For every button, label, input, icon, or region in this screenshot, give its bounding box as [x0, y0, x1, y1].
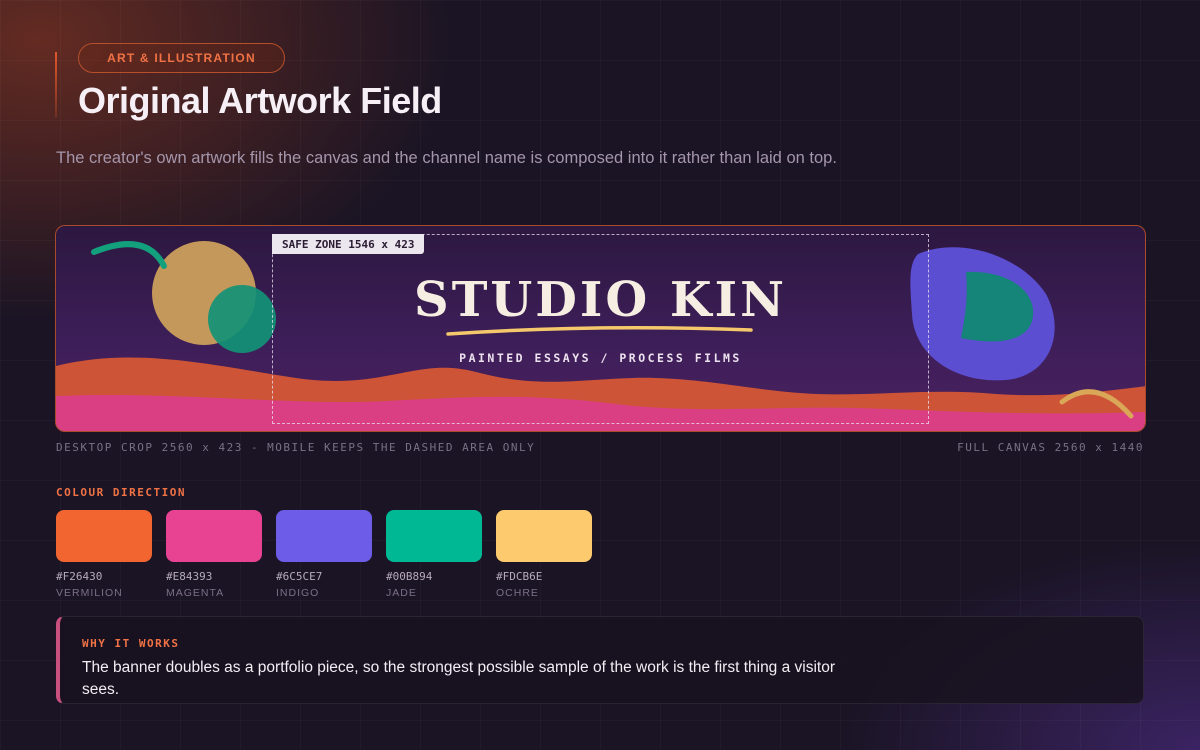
callout-label: WHY IT WORKS — [82, 637, 180, 650]
swatch-name: MAGENTA — [166, 587, 225, 599]
swatch-chip — [496, 510, 592, 562]
swatch-hex: #6C5CE7 — [276, 570, 323, 583]
swatch-hex: #F26430 — [56, 570, 103, 583]
swatch-chip — [166, 510, 262, 562]
swatch-magenta: #E84393 MAGENTA — [166, 510, 262, 599]
desktop-crop-caption: DESKTOP CROP 2560 x 423 - MOBILE KEEPS T… — [56, 441, 536, 454]
category-tag: ART & ILLUSTRATION — [78, 43, 285, 73]
callout-body: The banner doubles as a portfolio piece,… — [82, 659, 836, 698]
swatch-vermilion: #F26430 VERMILION — [56, 510, 152, 599]
jade-circle-shape — [208, 285, 276, 353]
channel-name: STUDIO KIN — [414, 272, 787, 328]
safe-zone-outline — [272, 234, 929, 424]
swatch-name: OCHRE — [496, 587, 539, 599]
swatch-chip — [276, 510, 372, 562]
banner-preview: SAFE ZONE 1546 x 423 STUDIO KIN PAINTED … — [55, 225, 1146, 432]
page-title: Original Artwork Field — [78, 80, 442, 121]
why-it-works-callout: WHY IT WORKS The banner doubles as a por… — [56, 616, 1144, 704]
swatch-name: VERMILION — [56, 587, 123, 599]
swatch-indigo: #6C5CE7 INDIGO — [276, 510, 372, 599]
palette-label: COLOUR DIRECTION — [56, 486, 186, 499]
swatch-name: INDIGO — [276, 587, 320, 599]
swatch-name: JADE — [386, 587, 417, 599]
swatch-jade: #00B894 JADE — [386, 510, 482, 599]
page-subtitle: The creator's own artwork fills the canv… — [56, 149, 837, 167]
swatch-hex: #FDCB6E — [496, 570, 543, 583]
swatch-hex: #00B894 — [386, 570, 433, 583]
swatch-hex: #E84393 — [166, 570, 213, 583]
swatch-chip — [386, 510, 482, 562]
safe-zone-label: SAFE ZONE 1546 x 423 — [272, 234, 425, 254]
channel-tagline: PAINTED ESSAYS / PROCESS FILMS — [459, 351, 742, 365]
jade-arc-shape — [91, 241, 167, 269]
colour-swatches: #F26430 VERMILION #E84393 MAGENTA #6C5CE… — [56, 510, 592, 599]
full-canvas-caption: FULL CANVAS 2560 x 1440 — [957, 441, 1144, 454]
swatch-chip — [56, 510, 152, 562]
header-accent-line — [55, 52, 57, 118]
swatch-ochre: #FDCB6E OCHRE — [496, 510, 592, 599]
